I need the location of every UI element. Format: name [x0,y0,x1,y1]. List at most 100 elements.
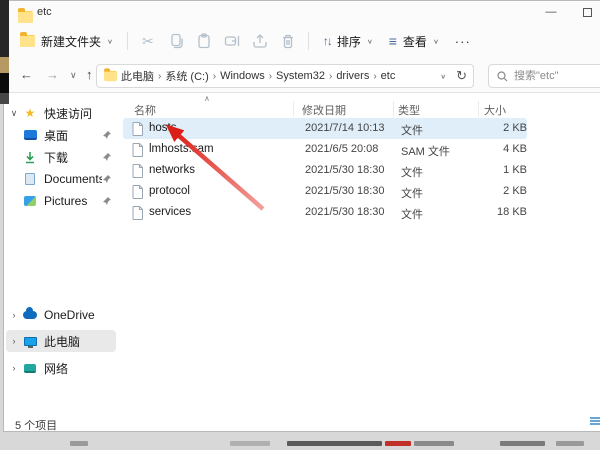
file-name: protocol [149,185,190,197]
recent-locations-button[interactable]: ∨ [70,70,77,81]
more-icon: ··· [455,34,471,49]
sidebar-item-desktop[interactable]: 桌面 [6,124,116,146]
column-header-type[interactable]: 类型 [398,102,420,118]
sort-button[interactable]: ↑↓ 排序 ∨ [315,28,381,55]
breadcrumb-etc[interactable]: etc [378,70,399,82]
window-title: etc [37,6,52,18]
back-button[interactable]: ← [20,67,33,82]
refresh-icon[interactable]: ↻ [456,68,467,84]
folder-icon [18,11,33,23]
toolbar-divider [127,32,128,50]
file-row-networks[interactable]: networks 2021/5/30 18:30 文件 1 KB [123,160,527,181]
paste-button[interactable] [190,28,218,54]
search-input[interactable] [514,70,594,82]
file-name: services [149,206,191,218]
this-pc-icon [24,337,37,346]
file-icon [132,122,144,136]
downloads-icon [24,151,36,164]
view-button[interactable]: ≡ 查看 ∨ [381,28,447,55]
file-icon [132,143,144,157]
sidebar-item-downloads[interactable]: 下载 [6,146,116,168]
chevron-right-icon[interactable]: › [6,363,22,373]
sidebar-item-network[interactable]: › 网络 [6,357,116,379]
breadcrumb-drive-c[interactable]: 系统 (C:) [162,68,211,84]
share-icon [252,33,268,49]
sidebar-item-pictures[interactable]: Pictures [6,190,116,212]
copy-button[interactable] [162,28,190,54]
breadcrumb-this-pc[interactable]: 此电脑 [118,68,157,84]
quick-access-star-icon: ★ [22,106,38,120]
pin-icon [102,130,112,140]
pin-icon [102,152,112,162]
sidebar-item-quick-access[interactable]: ∨ ★ 快速访问 [6,102,116,124]
sidebar-item-label: 此电脑 [38,333,116,350]
background-artifact [414,441,454,446]
sidebar-item-onedrive[interactable]: › OneDrive [6,304,116,326]
chevron-down-icon[interactable]: ∨ [6,108,22,119]
file-row-hosts[interactable]: hosts 2021/7/14 10:13 文件 2 KB [123,118,527,139]
breadcrumb-drivers[interactable]: drivers [333,70,372,82]
file-date: 2021/5/30 18:30 [305,206,385,218]
file-list: 名称 ∧ 修改日期 类型 大小 hosts 2021/7/14 10:13 文件… [120,93,600,417]
details-view-toggle-icon[interactable] [590,417,600,428]
breadcrumb-system32[interactable]: System32 [273,70,328,82]
chevron-down-icon: ∨ [433,37,439,44]
more-options-button[interactable]: ··· [447,29,479,54]
file-size: 18 KB [453,206,527,218]
background-artifact [556,441,584,446]
sidebar-item-this-pc[interactable]: › 此电脑 [6,330,116,352]
sidebar-item-label: Documents [38,172,102,186]
column-header-name[interactable]: 名称 [134,102,156,118]
file-type: 文件 [401,185,423,201]
view-icon: ≡ [389,33,397,49]
column-divider[interactable] [393,101,394,117]
file-name: networks [149,164,195,176]
column-divider[interactable] [478,101,479,117]
search-box[interactable] [488,64,600,88]
background-artifact [70,441,88,446]
background-window-edge [0,0,9,104]
chevron-down-icon: ∨ [107,37,113,44]
address-dropdown-icon[interactable]: ∨ [440,72,446,79]
documents-icon [25,173,35,185]
sidebar-item-label: 网络 [38,360,116,377]
paste-icon [196,33,212,49]
file-size: 2 KB [453,122,527,134]
desktop-icon [24,130,37,140]
navigation-pane: ∨ ★ 快速访问 桌面 下载 Documents Pictu [4,93,120,417]
rename-button[interactable] [218,28,246,54]
cut-button[interactable]: ✂ [134,28,162,54]
search-icon [497,71,508,82]
up-button[interactable]: ↑ [86,67,93,82]
background-artifact [385,441,411,446]
file-size: 2 KB [453,185,527,197]
cut-icon: ✂ [142,33,154,50]
file-date: 2021/5/30 18:30 [305,164,385,176]
column-header-date[interactable]: 修改日期 [302,102,346,118]
file-row-services[interactable]: services 2021/5/30 18:30 文件 18 KB [123,202,527,223]
chevron-right-icon[interactable]: › [6,310,22,320]
new-folder-button[interactable]: 新建文件夹 ∨ [12,28,121,55]
column-divider[interactable] [293,101,294,117]
status-bar: 5 个项目 [4,417,600,431]
minimize-button[interactable]: — [536,1,566,23]
chevron-right-icon[interactable]: › [6,336,22,346]
delete-button[interactable] [274,28,302,54]
file-icon [132,164,144,178]
file-row-protocol[interactable]: protocol 2021/5/30 18:30 文件 2 KB [123,181,527,202]
maximize-button[interactable] [572,1,600,23]
copy-icon [168,33,184,49]
sidebar-item-documents[interactable]: Documents [6,168,116,190]
sidebar-item-label: Pictures [38,194,102,208]
breadcrumb-windows[interactable]: Windows [217,70,268,82]
forward-button[interactable]: → [46,67,59,82]
titlebar[interactable]: etc — [4,1,600,23]
sort-icon: ↑↓ [323,34,331,48]
file-row-lmhosts[interactable]: lmhosts.sam 2021/6/5 20:08 SAM 文件 4 KB [123,139,527,160]
address-bar[interactable]: 此电脑 › 系统 (C:) › Windows › System32 › dri… [96,64,474,88]
column-header-size[interactable]: 大小 [484,102,506,118]
delete-icon [280,33,296,49]
column-headers: 名称 ∧ 修改日期 类型 大小 [120,100,600,118]
share-button[interactable] [246,28,274,54]
onedrive-icon [23,311,37,319]
